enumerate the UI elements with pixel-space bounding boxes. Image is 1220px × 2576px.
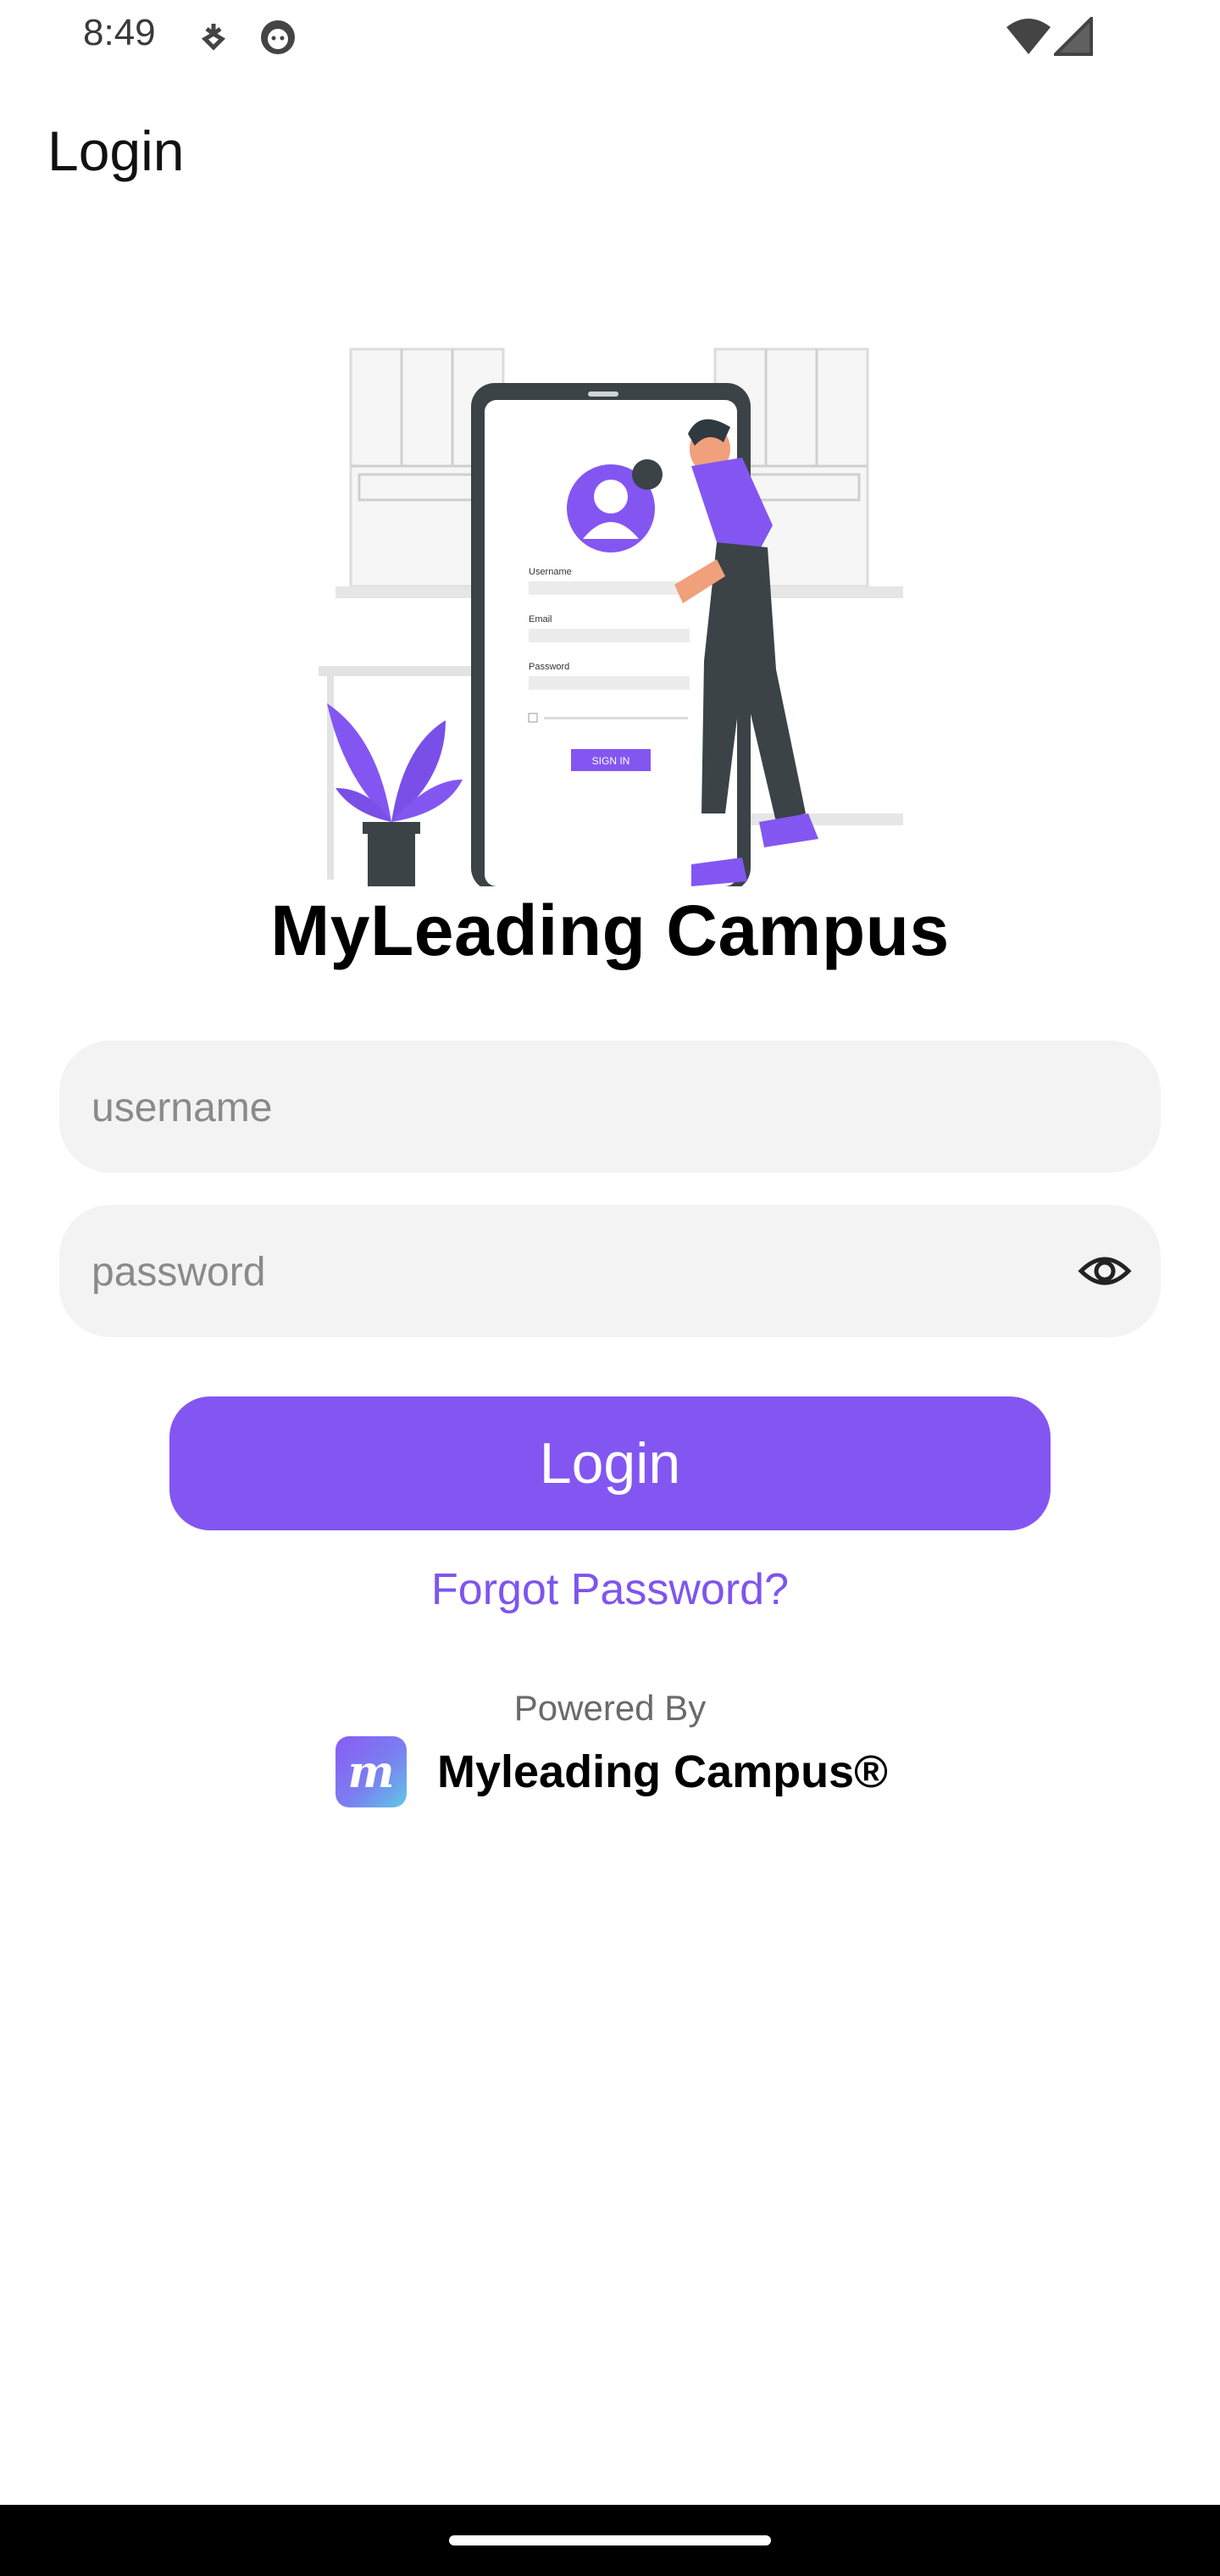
wifi-icon [1005, 17, 1052, 60]
cellular-signal-icon [1051, 14, 1093, 60]
password-input[interactable] [90, 1205, 1025, 1339]
username-field-container[interactable] [59, 1041, 1161, 1174]
page-title: Login [47, 119, 185, 182]
illustration-password-label: Password [529, 662, 569, 672]
navigation-bar [0, 2505, 1220, 2576]
username-input[interactable] [90, 1041, 1025, 1174]
status-bar: 8:49 [0, 0, 1220, 76]
illustration-username-label: Username [529, 567, 572, 577]
usb-debug-icon [197, 20, 230, 62]
login-button[interactable]: Login [169, 1396, 1051, 1530]
app-name-heading: MyLeading Campus [270, 891, 950, 970]
illustration-signin-label: SIGN IN [592, 755, 630, 767]
brand-row: m Myleading Campus® [336, 1735, 888, 1808]
eye-icon[interactable] [1078, 1244, 1132, 1298]
illustration-email-label: Email [529, 614, 552, 625]
brand-name: Myleading Campus® [437, 1746, 888, 1797]
forgot-password-link[interactable]: Forgot Password? [0, 1564, 1220, 1615]
login-illustration: Username Email Password SIGN IN [319, 339, 912, 891]
brand-logo-icon: m [336, 1736, 407, 1807]
status-time: 8:49 [83, 12, 156, 53]
powered-by-label: Powered By [513, 1688, 707, 1728]
home-gesture-handle[interactable] [449, 2535, 771, 2545]
notification-face-icon [258, 17, 298, 62]
password-field-container[interactable] [59, 1205, 1161, 1339]
